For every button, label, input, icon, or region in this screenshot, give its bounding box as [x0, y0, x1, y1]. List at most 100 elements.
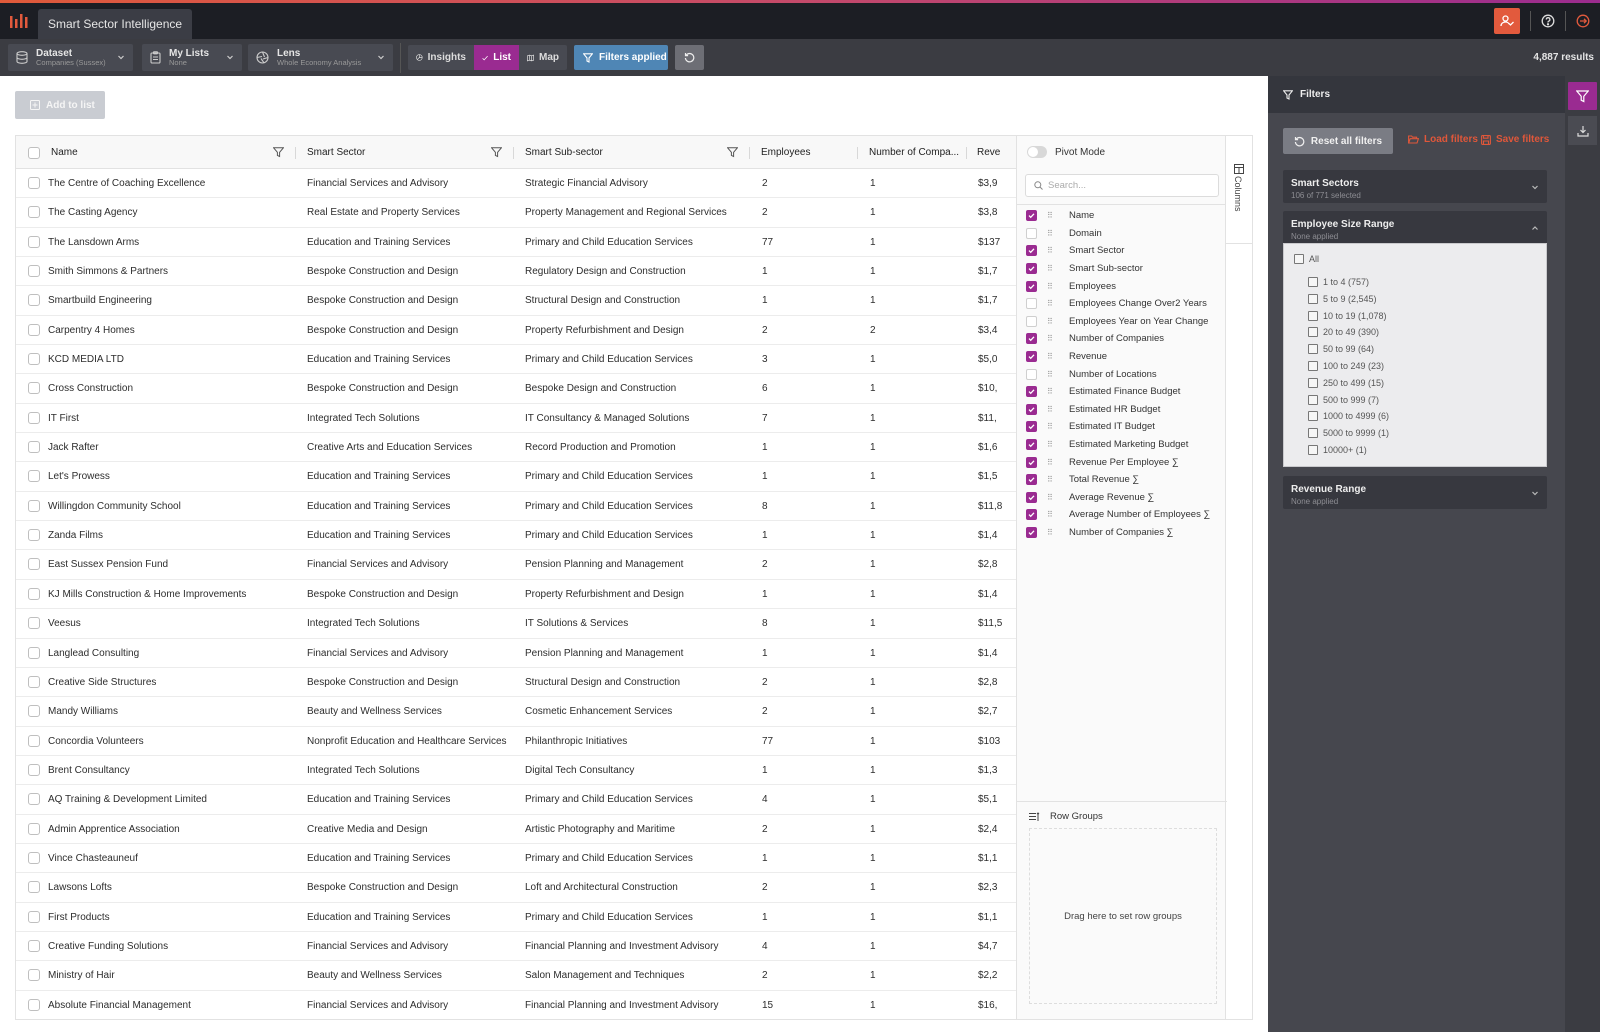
column-toggle-item[interactable]: ⠿ Revenue [1026, 348, 1226, 366]
checkbox-unchecked[interactable] [1308, 344, 1318, 355]
load-filters-button[interactable]: Load filters [1408, 134, 1478, 145]
checkbox-unchecked[interactable] [1026, 298, 1037, 310]
checkbox-unchecked[interactable] [1026, 227, 1037, 239]
table-row[interactable]: AQ Training & Development Limited Educati… [16, 785, 1016, 815]
column-header-smart-sub-sector[interactable]: Smart Sub-sector [525, 136, 603, 169]
pivot-mode-toggle[interactable]: Pivot Mode [1027, 146, 1105, 158]
checkbox-checked[interactable] [1026, 509, 1037, 521]
employee-size-option[interactable]: 5000 to 9999 (1) [1308, 428, 1389, 439]
drag-handle-icon[interactable]: ⠿ [1047, 387, 1063, 396]
row-checkbox[interactable] [28, 646, 40, 659]
my-lists-dropdown[interactable]: My Lists None [142, 44, 242, 71]
checkbox-unchecked[interactable] [1308, 327, 1318, 338]
row-checkbox[interactable] [28, 793, 40, 806]
column-header-revenue[interactable]: Reve [977, 136, 1000, 169]
column-toggle-item[interactable]: ⠿ Domain [1026, 225, 1226, 243]
row-checkbox[interactable] [28, 294, 40, 307]
checkbox-unchecked[interactable] [1308, 377, 1318, 388]
column-search-input[interactable]: Search... [1025, 174, 1219, 197]
employee-size-filter[interactable]: Employee Size Range None applied [1283, 211, 1547, 244]
employee-size-option[interactable]: 250 to 499 (15) [1308, 377, 1384, 388]
column-toggle-item[interactable]: ⠿ Total Revenue ∑ [1026, 471, 1226, 489]
column-toggle-item[interactable]: ⠿ Employees [1026, 277, 1226, 295]
drag-handle-icon[interactable]: ⠿ [1047, 299, 1063, 308]
row-checkbox[interactable] [28, 323, 40, 336]
lens-dropdown[interactable]: Lens Whole Economy Analysis [248, 44, 393, 71]
employee-size-option[interactable]: 5 to 9 (2,545) [1308, 293, 1377, 304]
row-groups-drop-zone[interactable]: Drag here to set row groups [1029, 828, 1217, 1004]
row-checkbox[interactable] [28, 587, 40, 600]
row-checkbox[interactable] [28, 763, 40, 776]
map-view-button[interactable]: Map [519, 45, 567, 70]
row-checkbox[interactable] [28, 822, 40, 835]
table-row[interactable]: Admin Apprentice Association Creative Med… [16, 815, 1016, 844]
column-toggle-item[interactable]: ⠿ Average Revenue ∑ [1026, 489, 1226, 507]
checkbox-checked[interactable] [1026, 210, 1037, 222]
drag-handle-icon[interactable]: ⠿ [1047, 370, 1063, 379]
checkbox-checked[interactable] [1026, 421, 1037, 433]
employee-size-all-checkbox[interactable]: All [1294, 254, 1319, 264]
row-checkbox[interactable] [28, 206, 40, 219]
table-row[interactable]: Absolute Financial Management Financial S… [16, 991, 1016, 1019]
column-toggle-item[interactable]: ⠿ Average Number of Employees ∑ [1026, 506, 1226, 524]
drag-handle-icon[interactable]: ⠿ [1047, 317, 1063, 326]
row-checkbox[interactable] [28, 910, 40, 923]
smart-sectors-filter[interactable]: Smart Sectors 106 of 771 selected [1283, 170, 1547, 203]
filters-rail-button[interactable] [1568, 82, 1597, 110]
table-row[interactable]: Langlead Consulting Financial Services an… [16, 639, 1016, 668]
column-toggle-item[interactable]: ⠿ Number of Locations [1026, 365, 1226, 383]
drag-handle-icon[interactable]: ⠿ [1047, 528, 1063, 537]
table-row[interactable]: KCD MEDIA LTD Education and Training Serv… [16, 345, 1016, 375]
drag-handle-icon[interactable]: ⠿ [1047, 440, 1063, 449]
column-header-number-of-companies[interactable]: Number of Compa... [869, 136, 959, 169]
checkbox-checked[interactable] [1026, 439, 1037, 451]
dataset-dropdown[interactable]: Dataset Companies (Sussex) [8, 44, 133, 71]
drag-handle-icon[interactable]: ⠿ [1047, 264, 1063, 273]
row-checkbox[interactable] [28, 939, 40, 952]
checkbox-unchecked[interactable] [1308, 394, 1318, 405]
table-row[interactable]: East Sussex Pension Fund Financial Servic… [16, 550, 1016, 580]
checkbox-unchecked[interactable] [1026, 315, 1037, 327]
drag-handle-icon[interactable]: ⠿ [1047, 229, 1063, 238]
table-row[interactable]: Smartbuild Engineering Bespoke Constructi… [16, 286, 1016, 316]
row-checkbox[interactable] [28, 265, 40, 278]
row-checkbox[interactable] [28, 881, 40, 894]
filter-icon[interactable] [491, 147, 502, 158]
column-toggle-item[interactable]: ⠿ Employees Year on Year Change [1026, 313, 1226, 331]
drag-handle-icon[interactable]: ⠿ [1047, 246, 1063, 255]
employee-size-option[interactable]: 10000+ (1) [1308, 445, 1367, 455]
drag-handle-icon[interactable]: ⠿ [1047, 493, 1063, 502]
add-to-list-button[interactable]: Add to list [15, 91, 105, 119]
column-toggle-item[interactable]: ⠿ Employees Change Over2 Years [1026, 295, 1226, 313]
checkbox-checked[interactable] [1026, 280, 1037, 292]
column-toggle-item[interactable]: ⠿ Estimated HR Budget [1026, 401, 1226, 419]
row-checkbox[interactable] [28, 529, 40, 542]
drag-handle-icon[interactable]: ⠿ [1047, 211, 1063, 220]
checkbox-unchecked[interactable] [1308, 293, 1318, 304]
drag-handle-icon[interactable]: ⠿ [1047, 475, 1063, 484]
checkbox-unchecked[interactable] [1308, 445, 1318, 455]
filter-icon[interactable] [273, 147, 284, 158]
row-checkbox[interactable] [28, 734, 40, 747]
row-checkbox[interactable] [28, 617, 40, 630]
table-row[interactable]: IT First Integrated Tech Solutions IT Cons… [16, 404, 1016, 434]
table-row[interactable]: KJ Mills Construction & Home Improvement… [16, 580, 1016, 610]
column-toggle-item[interactable]: ⠿ Estimated Finance Budget [1026, 383, 1226, 401]
checkbox-unchecked[interactable] [1308, 411, 1318, 422]
checkbox-unchecked[interactable] [1308, 428, 1318, 439]
column-toggle-item[interactable]: ⠿ Smart Sector [1026, 242, 1226, 260]
row-checkbox[interactable] [28, 470, 40, 483]
column-toggle-item[interactable]: ⠿ Number of Companies [1026, 330, 1226, 348]
column-toggle-item[interactable]: ⠿ Revenue Per Employee ∑ [1026, 453, 1226, 471]
column-toggle-item[interactable]: ⠿ Estimated Marketing Budget [1026, 436, 1226, 454]
table-row[interactable]: The Lansdown Arms Education and Training … [16, 228, 1016, 258]
checkbox-unchecked[interactable] [1308, 310, 1318, 321]
column-toggle-item[interactable]: ⠿ Name [1026, 207, 1226, 225]
drag-handle-icon[interactable]: ⠿ [1047, 422, 1063, 431]
checkbox-checked[interactable] [1026, 456, 1037, 468]
employee-size-option[interactable]: 1000 to 4999 (6) [1308, 411, 1389, 422]
checkbox-checked[interactable] [1026, 245, 1037, 257]
row-checkbox[interactable] [28, 558, 40, 571]
checkbox-checked[interactable] [1026, 386, 1037, 398]
row-checkbox[interactable] [28, 353, 40, 366]
